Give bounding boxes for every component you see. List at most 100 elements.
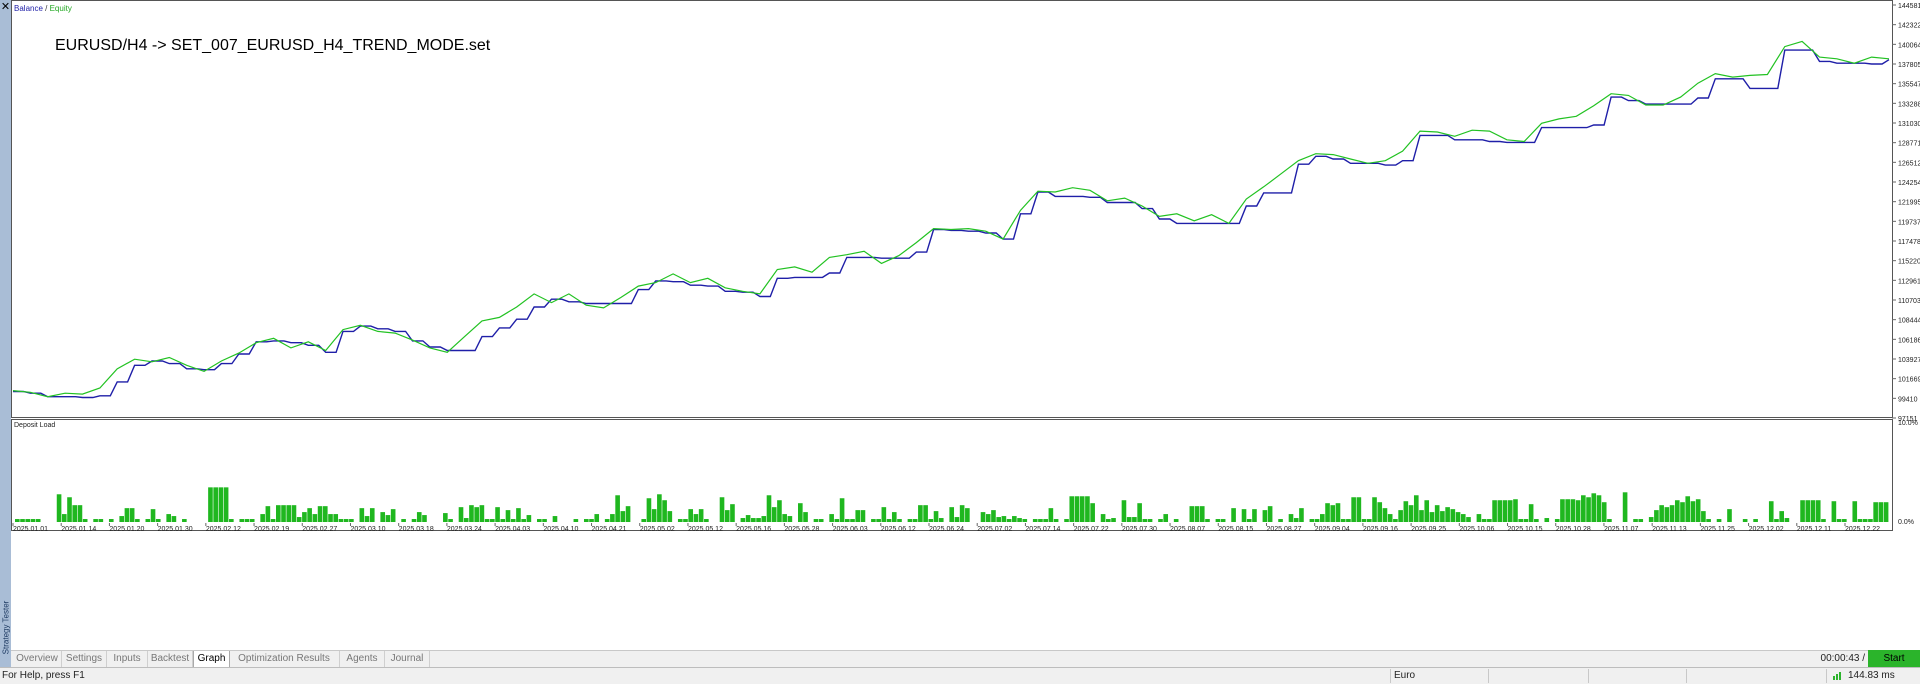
deposit-load-bar: [594, 514, 599, 522]
deposit-load-bar: [72, 505, 77, 522]
y-axis-tick-label: 133288: [1898, 101, 1920, 108]
close-icon[interactable]: ✕: [0, 1, 11, 13]
x-axis-tick-label: 2025.02.19: [254, 526, 289, 533]
deposit-load-bar: [1805, 500, 1810, 522]
deposit-load-bar: [527, 515, 532, 522]
deposit-load-bar: [1033, 519, 1038, 522]
deposit-load-bar: [412, 519, 417, 522]
deposit-load-bar: [1075, 496, 1080, 522]
deposit-load-bar: [1800, 500, 1805, 522]
x-axis-tick-label: 2025.01.20: [109, 526, 144, 533]
deposit-load-bar: [1743, 519, 1748, 522]
tab-agents[interactable]: Agents: [340, 651, 385, 667]
deposit-load-bar: [777, 500, 782, 522]
x-axis-tick-label: 2025.01.30: [158, 526, 193, 533]
deposit-load-bar: [224, 487, 229, 522]
deposit-load-bar: [1852, 501, 1857, 522]
deposit-load-bar: [1451, 509, 1456, 522]
deposit-load-bar: [1691, 501, 1696, 522]
x-axis-tick-label: 2025.09.04: [1315, 526, 1350, 533]
tab-overview[interactable]: Overview: [13, 651, 62, 667]
deposit-load-bar: [939, 518, 944, 522]
tab-inputs[interactable]: Inputs: [107, 651, 148, 667]
deposit-load-bar: [1623, 492, 1628, 522]
deposit-load-bar: [1148, 519, 1153, 522]
deposit-load-bar: [996, 517, 1001, 522]
deposit-load-bar: [986, 514, 991, 522]
deposit-load-bar: [683, 519, 688, 522]
deposit-load-bar: [459, 507, 464, 522]
deposit-load-bar: [516, 508, 521, 522]
x-axis-tick-label: 2025.12.02: [1749, 526, 1784, 533]
help-hint: For Help, press F1: [2, 668, 85, 684]
deposit-load-bar: [1445, 507, 1450, 522]
deposit-load-bar: [1294, 518, 1299, 522]
deposit-load-bar: [1544, 518, 1549, 522]
x-axis-tick-label: 2025.02.27: [302, 526, 337, 533]
deposit-load-bar: [782, 514, 787, 522]
deposit-load-bar: [746, 515, 751, 522]
deposit-load-bar: [1706, 519, 1711, 522]
deposit-load-bar: [1242, 509, 1247, 522]
deposit-load-bar: [814, 519, 819, 522]
y-axis-tick-label: 135547: [1898, 82, 1920, 89]
deposit-load-bar: [292, 505, 297, 522]
deposit-load-bar: [307, 508, 312, 522]
deposit-load-bar: [829, 514, 834, 522]
deposit-load-bar: [276, 505, 281, 522]
deposit-load-bar: [1753, 519, 1758, 522]
deposit-load-bar: [1477, 514, 1482, 522]
deposit-load-bar: [1518, 519, 1523, 522]
deposit-load-bar: [1351, 497, 1356, 522]
x-axis-tick-label: 2025.11.13: [1652, 526, 1687, 533]
deposit-load-bar: [1430, 512, 1435, 522]
deposit-load-bar: [835, 519, 840, 522]
deposit-load-bar: [1821, 519, 1826, 522]
graph-area: Balance / EquityEURUSD/H4 -> SET_007_EUR…: [11, 0, 1920, 650]
y-axis-tick-label: 103927: [1898, 357, 1920, 364]
deposit-load-bar: [1555, 519, 1560, 522]
deposit-load-bar: [1858, 519, 1863, 522]
deposit-load-bar: [1419, 510, 1424, 522]
legend-separator: /: [43, 4, 50, 13]
tab-settings[interactable]: Settings: [62, 651, 107, 667]
x-axis-tick-label: 2025.07.14: [1025, 526, 1060, 533]
deposit-load-bar: [271, 519, 276, 522]
deposit-load-bar: [761, 516, 766, 522]
deposit-load-bar: [610, 514, 615, 522]
deposit-load-bar: [678, 519, 683, 522]
deposit-load-bar: [1205, 519, 1210, 522]
y-axis-tick-label: 126512: [1898, 160, 1920, 167]
deposit-load-bar: [1163, 514, 1168, 522]
deposit-load-bar: [725, 510, 730, 522]
deposit-load-bar: [720, 497, 725, 522]
tab-backtest[interactable]: Backtest: [148, 651, 193, 667]
tab-journal[interactable]: Journal: [385, 651, 430, 667]
x-axis-tick-label: 2025.11.07: [1604, 526, 1639, 533]
deposit-load-label: Deposit Load: [14, 422, 55, 429]
y-axis-tick-label: 137805: [1898, 62, 1920, 69]
deposit-load-bar: [464, 518, 469, 522]
deposit-load-bar: [1879, 502, 1884, 522]
deposit-load-bar: [1508, 500, 1513, 522]
deposit-load-bar: [1863, 519, 1868, 522]
tab-optimization-results[interactable]: Optimization Results: [229, 651, 340, 667]
deposit-load-bar: [281, 505, 286, 522]
deposit-load-bar: [929, 519, 934, 522]
deposit-load-bar: [213, 487, 218, 522]
deposit-load-bar: [1268, 506, 1273, 522]
deposit-load-bar: [647, 498, 652, 522]
deposit-load-bar: [1383, 508, 1388, 522]
x-axis-tick-label: 2025.10.28: [1556, 526, 1591, 533]
deposit-load-bar: [1586, 497, 1591, 522]
deposit-load-bar: [1320, 514, 1325, 522]
deposit-load-bar: [1190, 506, 1195, 522]
deposit-load-bar: [1388, 514, 1393, 522]
deposit-load-bar: [286, 505, 291, 522]
tab-graph[interactable]: Graph: [193, 651, 230, 668]
x-axis-tick-label: 2025.02.12: [206, 526, 241, 533]
deposit-load-bar: [1372, 497, 1377, 522]
start-button[interactable]: Start: [1868, 650, 1920, 667]
x-axis-tick-label: 2025.12.11: [1797, 526, 1832, 533]
x-axis-tick-label: 2025.09.25: [1411, 526, 1446, 533]
